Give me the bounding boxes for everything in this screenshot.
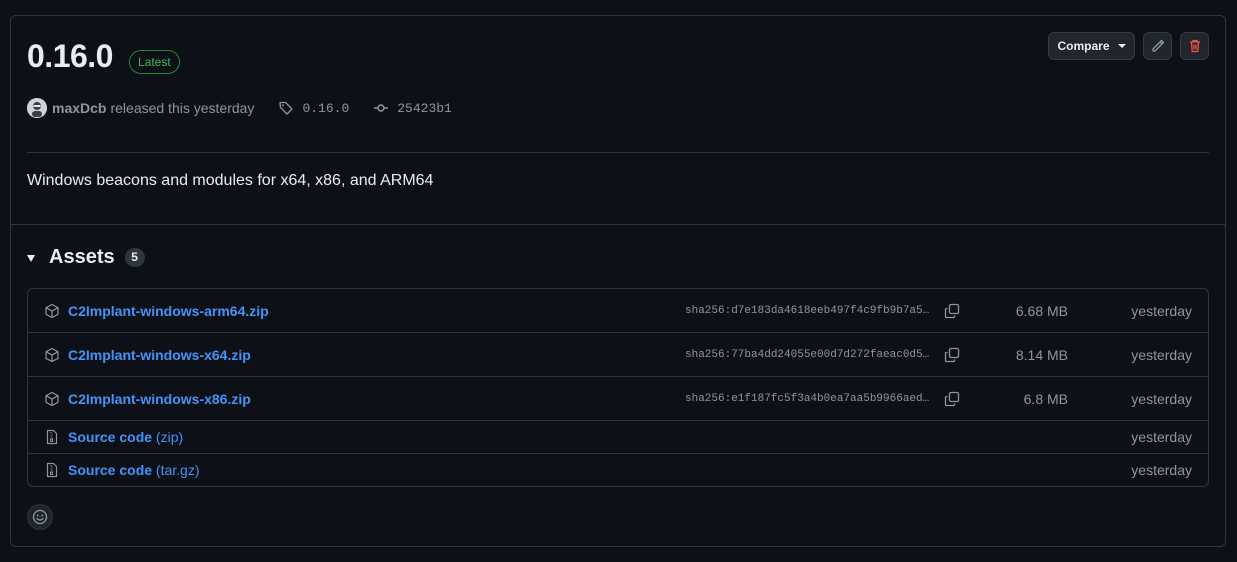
release-header: 0.16.0 Latest Compare maxDcb released th… <box>11 16 1225 225</box>
source-row: Source code (tar.gz) yesterday <box>28 453 1208 486</box>
compare-button[interactable]: Compare <box>1048 32 1135 60</box>
asset-row: C2Implant-windows-x86.zip sha256:e1f187f… <box>28 376 1208 420</box>
release-card: 0.16.0 Latest Compare maxDcb released th… <box>10 15 1226 547</box>
avatar-image-icon <box>27 98 47 118</box>
asset-date: yesterday <box>1131 390 1192 407</box>
asset-date: yesterday <box>1131 346 1192 363</box>
release-meta: maxDcb released this yesterday 0.16.0 25… <box>27 98 452 118</box>
commit-icon <box>374 104 389 112</box>
source-label: Source code <box>68 462 153 478</box>
release-actions: Compare <box>1048 32 1209 60</box>
delete-button[interactable] <box>1180 32 1209 60</box>
asset-link[interactable]: C2Implant-windows-x64.zip <box>68 347 251 363</box>
tag-label: 0.16.0 <box>302 100 350 116</box>
copy-icon[interactable] <box>944 303 960 319</box>
assets-title: Assets <box>49 246 115 268</box>
edit-button[interactable] <box>1143 32 1172 60</box>
source-suffix: (zip) <box>155 429 184 445</box>
source-date: yesterday <box>1131 462 1192 478</box>
asset-link[interactable]: C2Implant-windows-arm64.zip <box>68 303 269 319</box>
commit-label: 25423b1 <box>397 100 452 116</box>
tag-link[interactable]: 0.16.0 <box>278 100 349 116</box>
pencil-icon <box>1151 39 1164 52</box>
file-zip-icon <box>44 429 60 445</box>
trash-icon <box>1189 39 1200 53</box>
asset-size: 6.8 MB <box>1023 390 1068 407</box>
source-suffix: (tar.gz) <box>155 462 200 478</box>
asset-size: 8.14 MB <box>1015 346 1068 363</box>
asset-sha: sha256:d7e183da4618eeb497f4c9fb9b7a5… <box>685 304 930 317</box>
header-divider <box>27 152 1209 153</box>
release-description: Windows beacons and modules for x64, x86… <box>27 172 434 189</box>
assets-count-badge: 5 <box>124 248 145 267</box>
latest-badge: Latest <box>129 50 180 74</box>
asset-date: yesterday <box>1131 302 1192 319</box>
copy-icon[interactable] <box>944 347 960 363</box>
assets-toggle[interactable]: Assets 5 <box>27 246 145 269</box>
asset-row: C2Implant-windows-arm64.zip sha256:d7e18… <box>28 289 1208 332</box>
copy-icon[interactable] <box>944 391 960 407</box>
asset-sha: sha256:77ba4dd24055e00d7d272faeac0d5… <box>685 348 930 361</box>
source-link[interactable]: Source code (tar.gz) <box>68 462 200 478</box>
source-row: Source code (zip) yesterday <box>28 420 1208 453</box>
package-icon <box>44 303 60 319</box>
tag-icon <box>279 101 294 115</box>
author-link[interactable]: maxDcb <box>52 100 106 116</box>
commit-link[interactable]: 25423b1 <box>373 100 452 116</box>
caret-down-icon <box>1117 44 1126 48</box>
file-zip-icon <box>44 462 60 478</box>
triangle-down-icon <box>27 255 35 262</box>
source-label: Source code <box>68 429 153 445</box>
source-date: yesterday <box>1131 429 1192 445</box>
asset-row: C2Implant-windows-x64.zip sha256:77ba4dd… <box>28 332 1208 376</box>
asset-link[interactable]: C2Implant-windows-x86.zip <box>68 391 251 407</box>
add-reaction-button[interactable] <box>27 504 53 530</box>
compare-label: Compare <box>1057 39 1110 53</box>
source-link[interactable]: Source code (zip) <box>68 429 183 445</box>
avatar[interactable] <box>27 98 47 118</box>
asset-sha: sha256:e1f187fc5f3a4b0ea7aa5b9966aed… <box>685 392 930 405</box>
assets-list: C2Implant-windows-arm64.zip sha256:d7e18… <box>27 288 1209 487</box>
package-icon <box>44 347 60 363</box>
asset-size: 6.68 MB <box>1015 302 1068 319</box>
smiley-icon <box>32 509 48 525</box>
released-text: released this yesterday <box>110 100 255 116</box>
package-icon <box>44 391 60 407</box>
release-title[interactable]: 0.16.0 <box>27 38 113 75</box>
